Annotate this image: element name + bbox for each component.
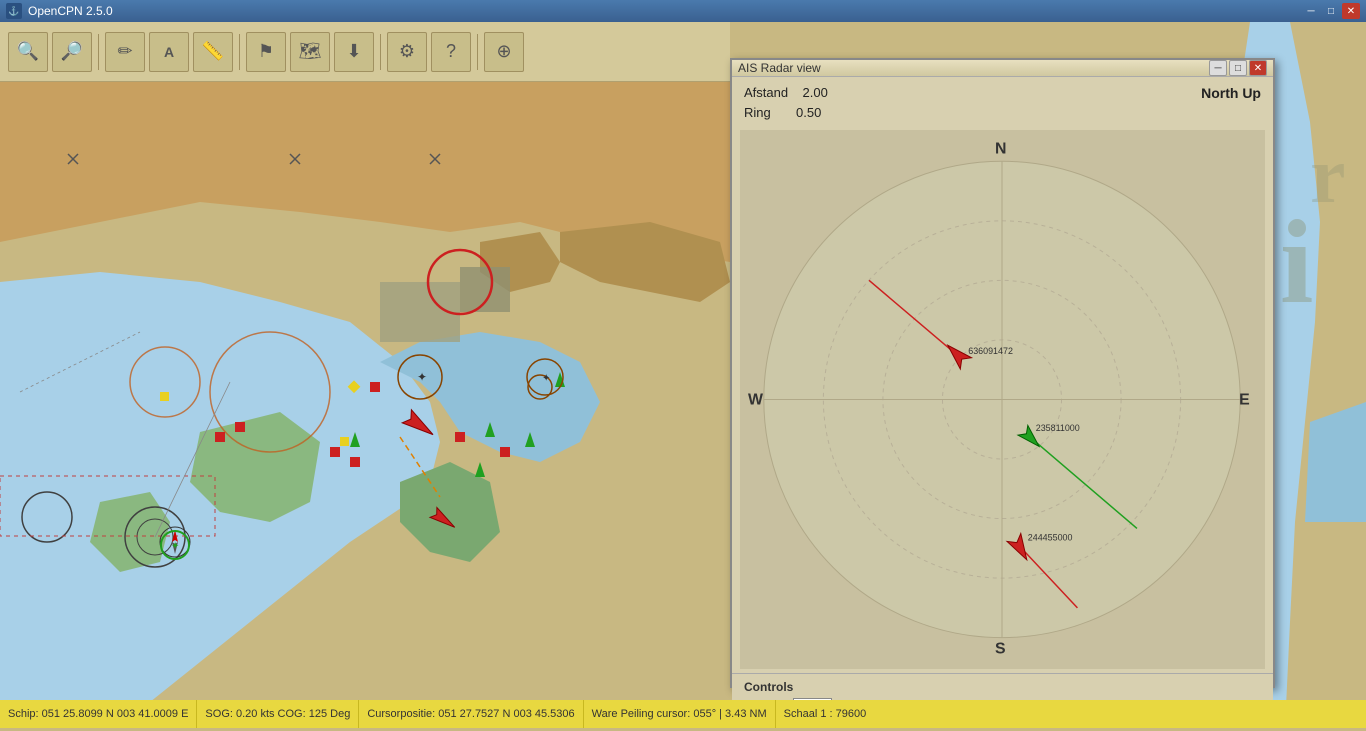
svg-text:W: W bbox=[748, 391, 763, 408]
svg-text:244455000: 244455000 bbox=[1028, 532, 1073, 542]
chart-svg: ✦ ✦ ✦ bbox=[0, 82, 730, 728]
zoom-in-button[interactable]: 🔍 bbox=[8, 32, 48, 72]
info-left: Afstand 2.00 Ring 0.50 bbox=[744, 83, 828, 122]
cursor-position-section: Cursorpositie: 051 27.7527 N 003 45.5306 bbox=[359, 700, 583, 728]
window-controls: ─ □ ✕ bbox=[1302, 3, 1360, 19]
toolbar-separator-4 bbox=[477, 34, 478, 70]
app-title: OpenCPN 2.5.0 bbox=[28, 4, 113, 18]
radar-minimize-button[interactable]: ─ bbox=[1209, 60, 1227, 76]
status-bar: Schip: 051 25.8099 N 003 41.0009 E SOG: … bbox=[0, 700, 1366, 728]
chart-button[interactable]: 🗺 bbox=[290, 32, 330, 72]
zoom-out-button[interactable]: 🔎 bbox=[52, 32, 92, 72]
controls-label: Controls bbox=[744, 680, 1261, 694]
svg-text:✦: ✦ bbox=[417, 370, 427, 384]
svg-text:636091472: 636091472 bbox=[968, 346, 1013, 356]
maximize-button[interactable]: □ bbox=[1322, 3, 1340, 19]
help-button[interactable]: ? bbox=[431, 32, 471, 72]
ring-value: 0.50 bbox=[796, 105, 821, 120]
north-up-indicator: North Up bbox=[1201, 83, 1261, 101]
annotate-button[interactable]: A bbox=[149, 32, 189, 72]
chart-area[interactable]: ✦ ✦ ✦ bbox=[0, 82, 730, 728]
settings-button[interactable]: ⚙ bbox=[387, 32, 427, 72]
waypoint-button[interactable]: ⚑ bbox=[246, 32, 286, 72]
svg-text:✦: ✦ bbox=[171, 541, 179, 552]
svg-text:S: S bbox=[995, 641, 1006, 658]
radar-restore-button[interactable]: □ bbox=[1229, 60, 1247, 76]
ship-position: Schip: 051 25.8099 N 003 41.0009 E bbox=[8, 708, 188, 720]
toolbar-separator-1 bbox=[98, 34, 99, 70]
sog-cog: SOG: 0.20 kts COG: 125 Deg bbox=[205, 708, 350, 720]
svg-text:i: i bbox=[1280, 195, 1313, 328]
toolbar-separator-3 bbox=[380, 34, 381, 70]
scale-display: Schaal 1 : 79600 bbox=[784, 708, 867, 720]
afstand-value: 2.00 bbox=[803, 85, 828, 100]
ais-radar-window: AIS Radar view ─ □ ✕ Afstand 2.00 Ring 0… bbox=[730, 58, 1275, 688]
gps-button[interactable]: ⊕ bbox=[484, 32, 524, 72]
download-button[interactable]: ⬇ bbox=[334, 32, 374, 72]
sog-cog-section: SOG: 0.20 kts COG: 125 Deg bbox=[197, 700, 359, 728]
app-icon: ⚓ bbox=[6, 3, 22, 19]
ring-label: Ring bbox=[744, 105, 771, 120]
radar-close-button[interactable]: ✕ bbox=[1249, 60, 1267, 76]
bearing-display: Ware Peiling cursor: 055° | 3.43 NM bbox=[592, 708, 767, 720]
radar-window-controls: ─ □ ✕ bbox=[1209, 60, 1267, 76]
minimize-button[interactable]: ─ bbox=[1302, 3, 1320, 19]
route-button[interactable]: ✏ bbox=[105, 32, 145, 72]
svg-text:✦: ✦ bbox=[542, 373, 550, 384]
radar-display[interactable]: N S W E 636091472 235811000 bbox=[740, 130, 1265, 669]
toolbar: 🔍 🔎 ✏ A 📏 ⚑ 🗺 ⬇ ⚙ ? ⊕ bbox=[0, 22, 730, 82]
svg-text:r: r bbox=[1310, 132, 1346, 220]
ais-radar-info: Afstand 2.00 Ring 0.50 North Up bbox=[732, 77, 1273, 126]
scale-section: Schaal 1 : 79600 bbox=[776, 700, 875, 728]
svg-text:N: N bbox=[995, 140, 1006, 157]
toolbar-separator-2 bbox=[239, 34, 240, 70]
afstand-display: Afstand 2.00 bbox=[744, 83, 828, 103]
close-button[interactable]: ✕ bbox=[1342, 3, 1360, 19]
afstand-label: Afstand bbox=[744, 85, 788, 100]
svg-text:E: E bbox=[1239, 391, 1250, 408]
title-bar: ⚓ OpenCPN 2.5.0 ─ □ ✕ bbox=[0, 0, 1366, 22]
radar-svg: N S W E 636091472 235811000 bbox=[740, 130, 1265, 669]
cursor-position: Cursorpositie: 051 27.7527 N 003 45.5306 bbox=[367, 708, 574, 720]
bearing-section: Ware Peiling cursor: 055° | 3.43 NM bbox=[584, 700, 776, 728]
svg-text:235811000: 235811000 bbox=[1036, 423, 1080, 433]
title-left: ⚓ OpenCPN 2.5.0 bbox=[6, 3, 113, 19]
ais-radar-titlebar: AIS Radar view ─ □ ✕ bbox=[732, 60, 1273, 77]
measure-button[interactable]: 📏 bbox=[193, 32, 233, 72]
ring-display: Ring 0.50 bbox=[744, 103, 828, 123]
ship-position-section: Schip: 051 25.8099 N 003 41.0009 E bbox=[0, 700, 197, 728]
ais-radar-title: AIS Radar view bbox=[738, 61, 821, 75]
